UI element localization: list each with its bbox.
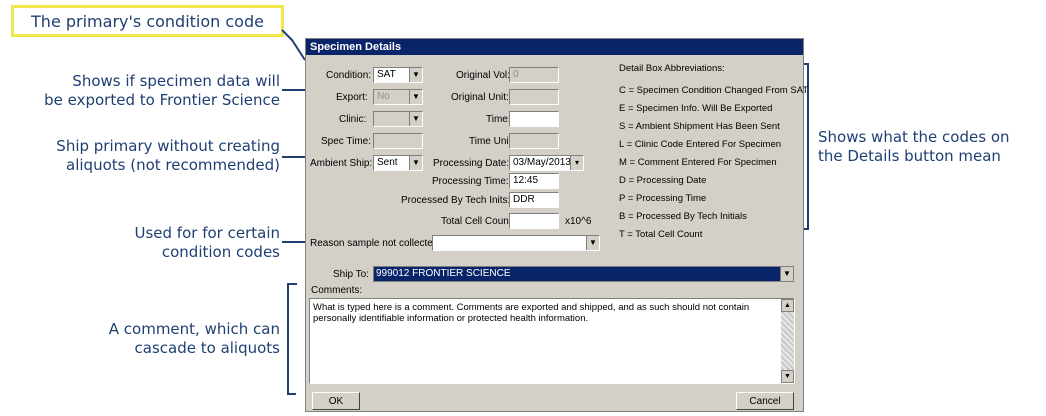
export-label: Export: (336, 92, 368, 103)
abbr-title: Detail Box Abbreviations: (619, 63, 725, 74)
abbr-item: D = Processing Date (619, 175, 707, 186)
abbr-item: E = Specimen Info. Will Be Exported (619, 103, 773, 114)
original-unit-label: Original Unit: (451, 92, 509, 103)
cancel-button[interactable]: Cancel (736, 392, 794, 410)
abbr-item: T = Total Cell Count (619, 229, 703, 240)
specimen-details-dialog: Specimen Details Condition: SAT ▼ Export… (305, 38, 808, 412)
processing-date-picker[interactable]: 03/May/2013 ▾ (509, 155, 584, 171)
comments-label: Comments: (311, 285, 363, 296)
original-vol-label: Original Vol: (456, 70, 510, 81)
original-unit-field[interactable] (509, 89, 559, 105)
condition-label: Condition: (326, 70, 372, 81)
total-cell-count-unit: x10^6 (565, 216, 592, 227)
scroll-up-icon[interactable]: ▲ (781, 299, 794, 312)
reason-select[interactable]: ▼ (432, 235, 600, 251)
connector-condition (281, 29, 306, 61)
processed-by-label: Processed By Tech Inits: (401, 195, 511, 206)
calendar-dropdown-icon[interactable]: ▾ (570, 156, 583, 170)
time-field[interactable] (509, 111, 559, 127)
abbr-item: B = Processed By Tech Initials (619, 211, 747, 222)
ambient-ship-label: Ambient Ship: (310, 158, 373, 169)
chevron-down-icon[interactable]: ▼ (409, 68, 422, 82)
condition-value: SAT (377, 69, 396, 80)
chevron-down-icon[interactable]: ▼ (780, 267, 793, 281)
processing-date-label: Processing Date: (433, 158, 510, 169)
spec-time-field[interactable] (373, 133, 423, 149)
scroll-down-icon[interactable]: ▼ (781, 370, 794, 383)
export-value: No (377, 91, 390, 102)
export-select[interactable]: No ▼ (373, 89, 423, 105)
clinic-label: Clinic: (339, 114, 367, 125)
ship-to-value: 999012 FRONTIER SCIENCE (376, 268, 511, 279)
abbr-item: P = Processing Time (619, 193, 707, 204)
original-vol-field[interactable]: 0 (509, 67, 559, 83)
comments-scrollbar[interactable]: ▲ ▼ (781, 299, 794, 383)
comments-text: What is typed here is a comment. Comment… (313, 302, 750, 324)
abbr-item: M = Comment Entered For Specimen (619, 157, 777, 168)
abbr-item: C = Specimen Condition Changed From SAT (619, 85, 809, 96)
processed-by-field[interactable]: DDR (509, 192, 559, 208)
chevron-down-icon[interactable]: ▼ (409, 112, 422, 126)
abbr-item: L = Clinic Code Entered For Specimen (619, 139, 782, 150)
spec-time-label: Spec Time: (321, 136, 372, 147)
clinic-select[interactable]: ▼ (373, 111, 423, 127)
ship-to-select[interactable]: 999012 FRONTIER SCIENCE ▼ (373, 266, 794, 282)
processing-time-label: Processing Time: (432, 176, 509, 187)
processing-time-field[interactable]: 12:45 (509, 173, 559, 189)
abbr-item: S = Ambient Shipment Has Been Sent (619, 121, 780, 132)
time-unit-label: Time Unit: (469, 136, 515, 147)
ok-button[interactable]: OK (312, 392, 360, 410)
chevron-down-icon[interactable]: ▼ (586, 236, 599, 250)
chevron-down-icon[interactable]: ▼ (409, 90, 422, 104)
dialog-title: Specimen Details (306, 39, 803, 55)
time-label: Time: (486, 114, 511, 125)
time-unit-field[interactable] (509, 133, 559, 149)
total-cell-count-field[interactable] (509, 213, 559, 229)
comments-textarea[interactable]: What is typed here is a comment. Comment… (309, 298, 795, 384)
processing-date-value: 03/May/2013 (513, 157, 571, 168)
ambient-ship-value: Sent (377, 157, 398, 168)
connector-comments (287, 283, 297, 395)
reason-label: Reason sample not collected: (310, 238, 442, 249)
ship-to-label: Ship To: (333, 269, 369, 280)
ambient-ship-select[interactable]: Sent ▼ (373, 155, 423, 171)
chevron-down-icon[interactable]: ▼ (409, 156, 422, 170)
condition-select[interactable]: SAT ▼ (373, 67, 423, 83)
total-cell-count-label: Total Cell Count: (441, 216, 515, 227)
